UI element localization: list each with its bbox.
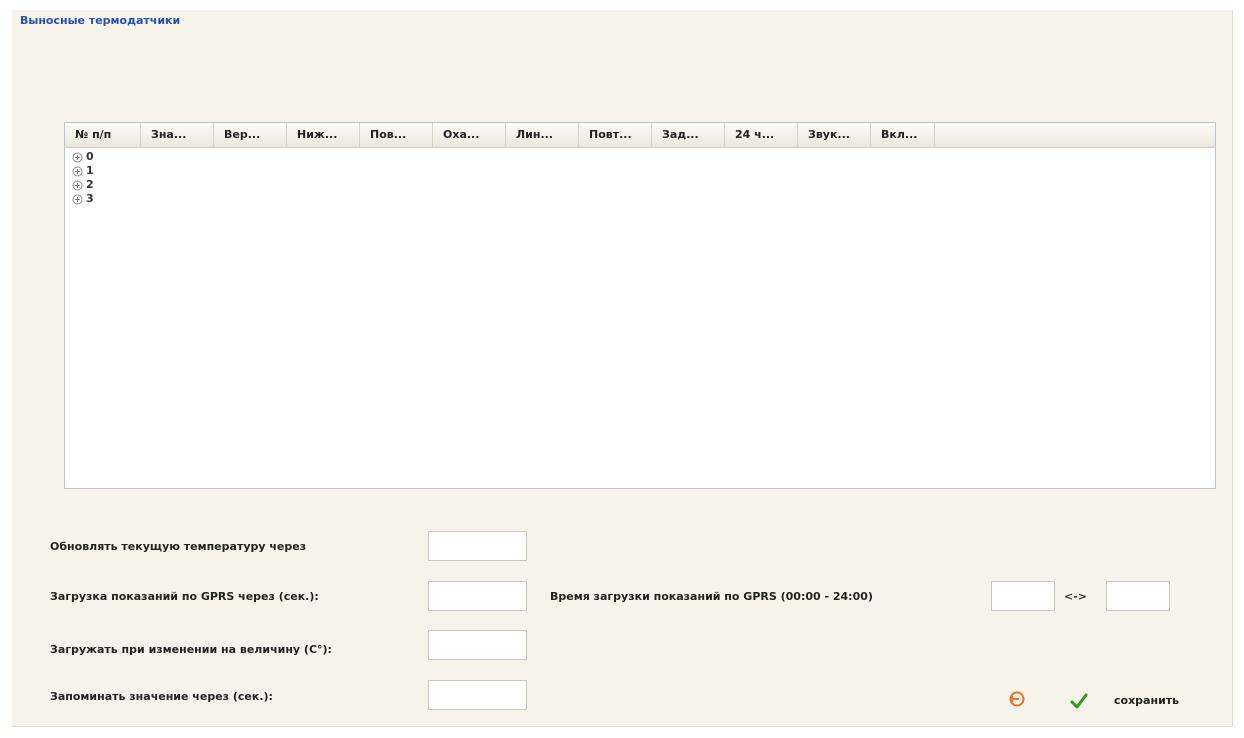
table-header: № п/п Зна... Вер... Ниж... Пов... Оха...… (65, 123, 1215, 148)
gprs-interval-label: Загрузка показаний по GPRS через (сек.): (50, 590, 319, 603)
column-header-number[interactable]: № п/п (65, 123, 141, 147)
undo-icon[interactable] (1008, 690, 1026, 708)
sensors-tree-table[interactable]: № п/п Зна... Вер... Ниж... Пов... Оха...… (64, 122, 1216, 489)
row-number: 0 (86, 150, 94, 163)
expand-node-icon[interactable] (72, 152, 83, 163)
update-temp-input[interactable] (428, 531, 527, 561)
expand-node-icon[interactable] (72, 166, 83, 177)
tree-row[interactable]: 1 (72, 164, 94, 178)
column-header-enabled[interactable]: Вкл... (871, 123, 935, 147)
expand-node-icon[interactable] (72, 194, 83, 205)
tree-row[interactable]: 2 (72, 178, 94, 192)
save-button[interactable]: сохранить (1114, 694, 1179, 707)
change-threshold-label: Загружать при изменении на величину (С°)… (50, 643, 332, 656)
gprs-time-to-input[interactable] (1106, 581, 1170, 611)
update-temp-label: Обновлять текущую температуру через (50, 540, 307, 553)
row-number: 2 (86, 178, 94, 191)
column-header-24h[interactable]: 24 ч... (725, 123, 798, 147)
remember-input[interactable] (428, 680, 527, 710)
gprs-time-label: Время загрузки показаний по GPRS (00:00 … (550, 590, 873, 603)
checkmark-icon[interactable] (1070, 692, 1088, 710)
tree-row[interactable]: 0 (72, 150, 94, 164)
panel-title: Выносные термодатчики (20, 14, 181, 27)
column-header-upper[interactable]: Вер... (214, 123, 287, 147)
column-header-sound[interactable]: Звук... (798, 123, 871, 147)
expand-node-icon[interactable] (72, 180, 83, 191)
row-number: 1 (86, 164, 94, 177)
gprs-interval-input[interactable] (428, 581, 527, 611)
column-header-value[interactable]: Зна... (141, 123, 214, 147)
column-header-lower[interactable]: Ниж... (287, 123, 360, 147)
gprs-time-from-input[interactable] (991, 581, 1055, 611)
tree-row[interactable]: 3 (72, 192, 94, 206)
remote-thermosensors-panel: Выносные термодатчики № п/п Зна... Вер..… (12, 10, 1233, 727)
remember-label: Запоминать значение через (сек.): (50, 690, 273, 703)
change-threshold-input[interactable] (428, 630, 527, 660)
range-separator: <-> (1064, 590, 1087, 603)
column-header-raise[interactable]: Пов... (360, 123, 433, 147)
row-number: 3 (86, 192, 94, 205)
tree-rows: 0 1 2 3 (72, 150, 94, 206)
column-header-delay[interactable]: Зад... (652, 123, 725, 147)
column-header-line[interactable]: Лин... (506, 123, 579, 147)
column-header-cool[interactable]: Оха... (433, 123, 506, 147)
column-header-repeat[interactable]: Повт... (579, 123, 652, 147)
